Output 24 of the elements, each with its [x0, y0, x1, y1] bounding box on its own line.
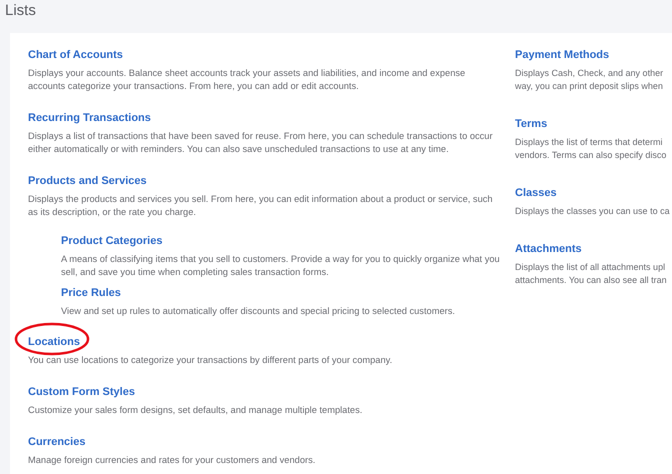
- list-link[interactable]: Custom Form Styles: [28, 385, 135, 399]
- list-description: View and set up rules to automatically offer discounts and special pricing to selected customers.: [61, 305, 456, 318]
- list-link[interactable]: Terms: [515, 117, 548, 131]
- list-link[interactable]: Currencies: [28, 435, 86, 449]
- list-description: You can use locations to categorize your transactions by different parts of your company.: [28, 354, 394, 367]
- list-description: Displays the list of terms that determi vendors. Terms can also specify disco: [515, 136, 668, 162]
- list-description: Displays the classes you can use to ca: [515, 205, 671, 218]
- list-link[interactable]: Price Rules: [61, 286, 121, 300]
- list-description: Displays a list of transactions that have been saved for reuse. From here, you can schedule transactions to occur either automatically or with reminders. You can also save unscheduled transactions to use at any time.: [28, 130, 494, 156]
- list-description: A means of classifying items that you sell to customers. Provide a way for you to quickly organize what you sell, and save you time when completing sales transaction forms.: [61, 253, 500, 279]
- list-link[interactable]: Recurring Transactions: [28, 111, 151, 125]
- page-title: Lists: [4, 1, 37, 21]
- list-link[interactable]: Attachments: [515, 242, 582, 256]
- list-link[interactable]: Chart of Accounts: [28, 48, 123, 62]
- list-link[interactable]: Payment Methods: [515, 48, 610, 62]
- list-link[interactable]: Classes: [515, 186, 557, 200]
- list-description: Displays the products and services you sell. From here, you can edit information about a product or service, such as its description, or the rate you charge.: [28, 193, 494, 219]
- list-description: Displays the list of all attachments upl attachments. You can also see all tran: [515, 261, 668, 287]
- list-description: Customize your sales form designs, set defaults, and manage multiple templates.: [28, 404, 364, 417]
- list-link[interactable]: Products and Services: [28, 174, 147, 188]
- list-link[interactable]: Product Categories: [61, 234, 162, 248]
- list-description: Displays Cash, Check, and any other way, you can print deposit slips when: [515, 67, 664, 93]
- list-description: Manage foreign currencies and rates for your customers and vendors.: [28, 454, 316, 467]
- list-description: Displays your accounts. Balance sheet accounts track your assets and liabilities, and income and expense accounts categorize your transactions. From here, you can add or edit accounts.: [28, 67, 466, 93]
